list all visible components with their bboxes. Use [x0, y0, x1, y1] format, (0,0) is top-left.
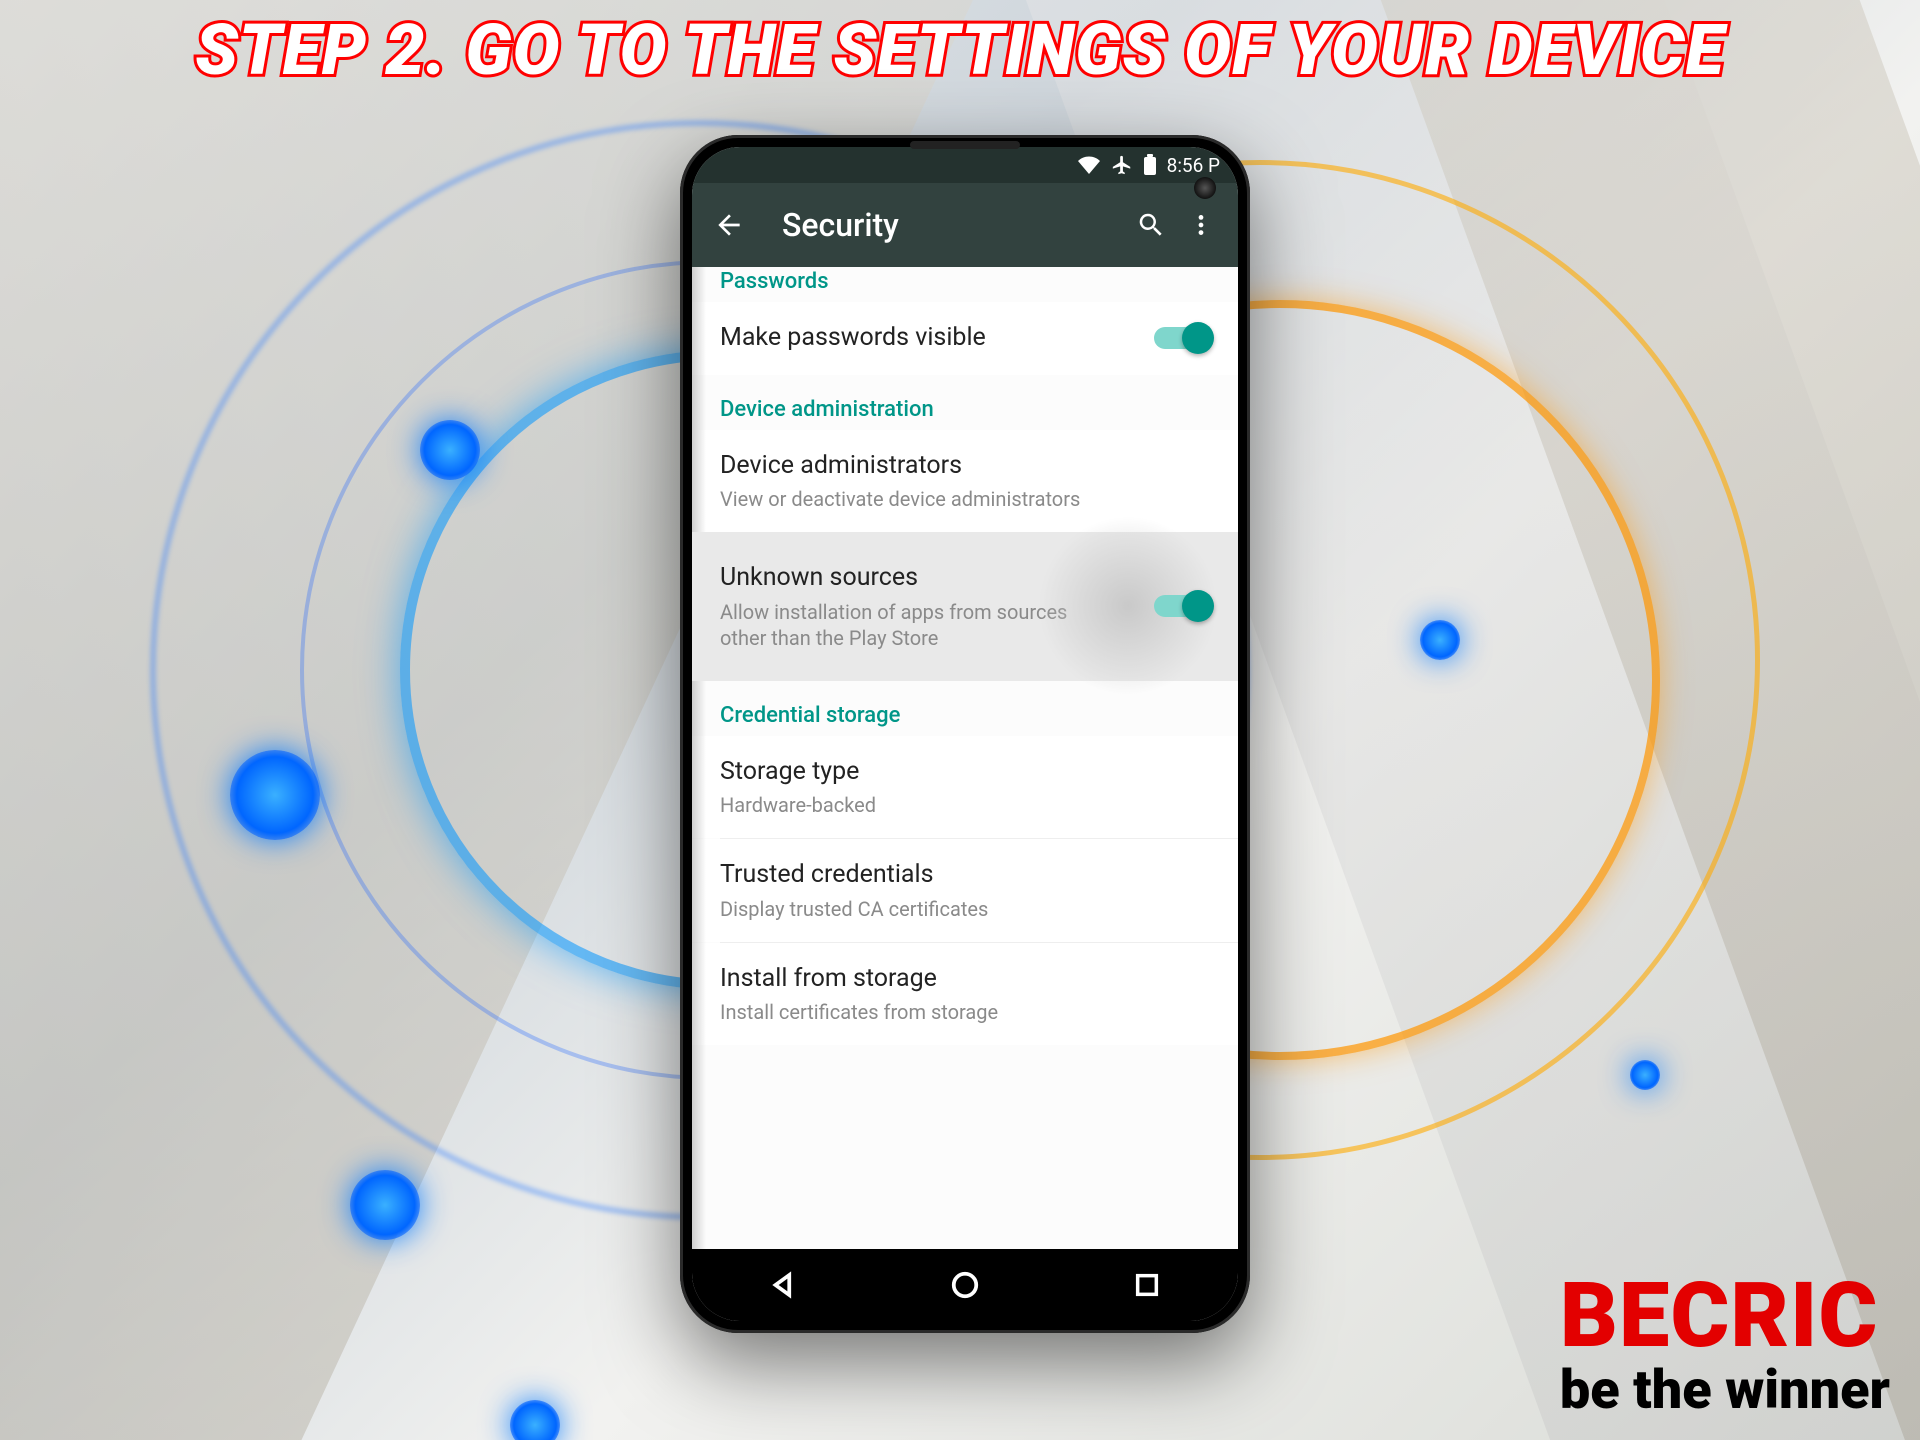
toggle-unknown-sources[interactable]: [1154, 595, 1210, 617]
row-unknown-sources[interactable]: Unknown sources Allow installation of ap…: [692, 532, 1238, 681]
row-title: Unknown sources: [720, 562, 1134, 595]
row-title: Device administrators: [720, 450, 1210, 483]
row-install-from-storage[interactable]: Install from storage Install certificate…: [692, 943, 1238, 1046]
row-subtitle: Display trusted CA certificates: [720, 896, 1210, 922]
phone-camera: [1194, 177, 1216, 199]
row-subtitle: View or deactivate device administrators: [720, 486, 1210, 512]
status-time: 8:56 P: [1167, 154, 1220, 177]
nav-recents-button[interactable]: [1107, 1261, 1187, 1309]
bg-dot: [1420, 620, 1460, 660]
row-subtitle: Allow installation of apps from sources …: [720, 599, 1100, 651]
search-button[interactable]: [1126, 200, 1176, 250]
row-device-administrators[interactable]: Device administrators View or deactivate…: [692, 430, 1238, 533]
android-nav-bar: [692, 1249, 1238, 1321]
section-header-credential-storage: Credential storage: [692, 681, 1238, 736]
nav-home-button[interactable]: [925, 1261, 1005, 1309]
arrow-back-icon: [713, 209, 745, 241]
circle-home-icon: [950, 1270, 980, 1300]
bg-dot: [350, 1170, 420, 1240]
app-bar: Security: [692, 183, 1238, 267]
row-trusted-credentials[interactable]: Trusted credentials Display trusted CA c…: [692, 839, 1238, 942]
step-headline: STEP 2. GO TO THE SETTINGS OF YOUR DEVIC…: [0, 10, 1920, 92]
settings-list[interactable]: Passwords Make passwords visible Device …: [692, 267, 1238, 1249]
phone-screen: 8:56 P Security: [692, 147, 1238, 1321]
brand-slogan: be the winner: [1560, 1361, 1890, 1420]
nav-back-button[interactable]: [743, 1261, 823, 1309]
battery-icon: [1143, 154, 1157, 176]
row-title: Install from storage: [720, 963, 1210, 996]
more-vert-icon: [1188, 212, 1214, 238]
row-title: Trusted credentials: [720, 859, 1210, 892]
section-header-passwords: Passwords: [692, 267, 1238, 302]
row-title: Storage type: [720, 756, 1210, 789]
section-header-device-admin: Device administration: [692, 375, 1238, 430]
square-recents-icon: [1133, 1271, 1161, 1299]
phone-speaker: [910, 141, 1020, 149]
airplane-icon: [1111, 154, 1133, 176]
status-bar: 8:56 P: [692, 147, 1238, 183]
brand-logo: BECRIC be the winner: [1560, 1271, 1890, 1420]
bg-dot: [1630, 1060, 1660, 1090]
row-storage-type[interactable]: Storage type Hardware-backed: [692, 736, 1238, 839]
search-icon: [1136, 210, 1166, 240]
overflow-button[interactable]: [1176, 200, 1226, 250]
tutorial-slide: STEP 2. GO TO THE SETTINGS OF YOUR DEVIC…: [0, 0, 1920, 1440]
wifi-icon: [1077, 155, 1101, 175]
brand-name: BECRIC: [1560, 1271, 1890, 1361]
bg-dot: [230, 750, 320, 840]
row-subtitle: Install certificates from storage: [720, 999, 1210, 1025]
back-button[interactable]: [704, 200, 754, 250]
phone-frame: 8:56 P Security: [680, 135, 1250, 1333]
toggle-make-passwords-visible[interactable]: [1154, 327, 1210, 349]
bg-dot: [510, 1400, 560, 1440]
row-title: Make passwords visible: [720, 322, 1134, 355]
bg-slab: [1287, 0, 1920, 1440]
bg-dot: [420, 420, 480, 480]
row-make-passwords-visible[interactable]: Make passwords visible: [692, 302, 1238, 375]
row-subtitle: Hardware-backed: [720, 792, 1210, 818]
triangle-back-icon: [768, 1270, 798, 1300]
appbar-title: Security: [782, 206, 1126, 244]
